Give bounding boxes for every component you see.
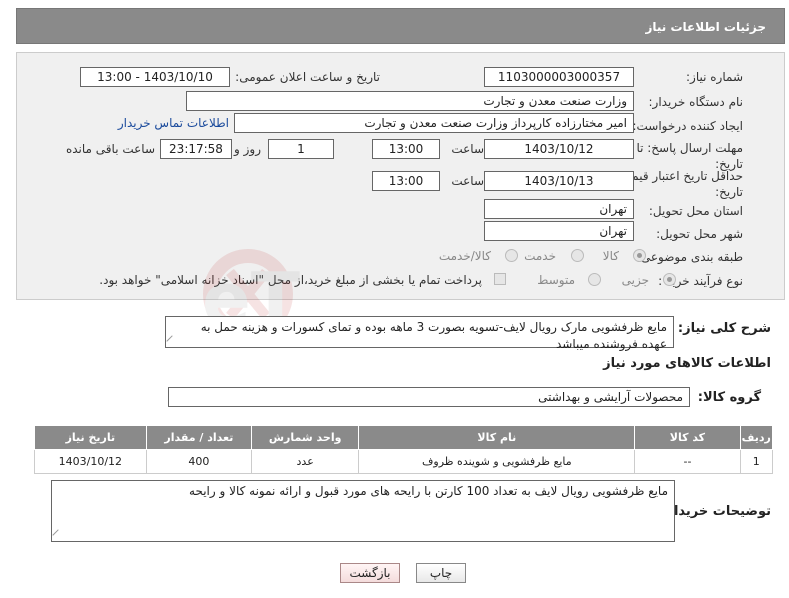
col-header-qty: تعداد / مقدار [145,425,252,450]
buyer-org-label: نام دستگاه خریدار: [648,95,744,109]
price-validity-time-label: ساعت [451,174,484,188]
need-number-field: 1103000003000357 [484,67,634,87]
category-option-goods: کالا [602,249,619,263]
requester-field: امیر مختارزاده کارپرداز وزارت صنعت معدن … [234,113,634,133]
table-row: 1 -- مایع ظرفشویی و شوینده ظروف عدد 400 … [34,449,774,474]
description-label: شرح کلی نیاز: [677,321,771,336]
resize-grip-icon [52,529,64,541]
treasury-note: پرداخت تمام یا بخشی از مبلغ خرید،از محل … [99,273,482,287]
days-label: روز و [234,142,261,156]
process-option-minor: جزیی [621,273,649,287]
resize-grip-icon [166,335,178,347]
treasury-checkbox[interactable] [494,273,506,285]
remaining-time-label: ساعت باقی مانده [65,142,155,156]
goods-info-title: اطلاعات کالاهای مورد نیاز [603,356,771,371]
delivery-city-label: شهر محل تحویل: [656,227,743,241]
description-text: مایع ظرفشویی مارک رویال لایف-تسویه بصورت… [200,320,667,351]
buyer-notes-textarea[interactable]: مایع ظرفشویی رویال لایف به تعداد 100 کار… [51,480,675,542]
cell-qty: 400 [145,449,252,474]
category-radio-goods-service[interactable] [505,249,518,262]
category-option-service: خدمت [524,249,556,263]
category-label: طبقه بندی موضوعی: [636,250,743,264]
delivery-city-field: تهران [484,221,634,241]
col-header-name: نام کالا [358,425,636,450]
buyer-notes-text: مایع ظرفشویی رویال لایف به تعداد 100 کار… [189,484,668,498]
cell-code: -- [634,449,741,474]
category-radio-goods[interactable] [633,249,646,262]
category-option-goods-service: کالا/خدمت [438,249,491,263]
remaining-days-field: 1 [268,139,334,159]
buyer-contact-link[interactable]: اطلاعات تماس خریدار [118,116,229,130]
reply-deadline-date-field: 1403/10/12 [484,139,634,159]
col-header-date: تاریخ نیاز [34,425,147,450]
cell-name: مایع ظرفشویی و شوینده ظروف [358,449,636,474]
cell-row: 1 [739,449,774,474]
cell-unit: عدد [250,449,360,474]
price-validity-time-field: 13:00 [372,171,440,191]
category-radio-service[interactable] [571,249,584,262]
process-radio-minor[interactable] [663,273,676,286]
goods-group-label: گروه کالا: [697,390,761,405]
announce-datetime-label: تاریخ و ساعت اعلان عمومی: [235,70,380,84]
col-header-unit: واحد شمارش [250,425,360,450]
delivery-province-label: استان محل تحویل: [648,204,743,218]
goods-group-field: محصولات آرایشی و بهداشتی [168,387,690,407]
back-button[interactable]: بازگشت [340,563,400,583]
items-table: ردیف کد کالا نام کالا واحد شمارش تعداد /… [34,425,774,474]
need-number-label: شماره نیاز: [686,70,743,84]
page-title-bar: جزئیات اطلاعات نیاز [16,8,785,44]
cell-date: 1403/10/12 [34,449,147,474]
col-header-row: ردیف [739,425,774,450]
delivery-province-field: تهران [484,199,634,219]
page-title: جزئیات اطلاعات نیاز [645,20,766,34]
reply-deadline-time-field: 13:00 [372,139,440,159]
table-header-row: ردیف کد کالا نام کالا واحد شمارش تعداد /… [34,425,774,450]
requester-label: ایجاد کننده درخواست: [632,119,743,133]
price-validity-date-field: 1403/10/13 [484,171,634,191]
process-option-medium: متوسط [537,273,575,287]
buyer-notes-label: توضیحات خریدار: [661,504,771,519]
print-button[interactable]: چاپ [416,563,466,583]
process-radio-medium[interactable] [588,273,601,286]
buyer-org-field: وزارت صنعت معدن و تجارت [186,91,634,111]
col-header-code: کد کالا [634,425,741,450]
description-textarea[interactable]: مایع ظرفشویی مارک رویال لایف-تسویه بصورت… [165,316,674,351]
announce-datetime-field: 1403/10/10 - 13:00 [80,67,230,87]
reply-time-label: ساعت [451,142,484,156]
remaining-time-field: 23:17:58 [160,139,232,159]
